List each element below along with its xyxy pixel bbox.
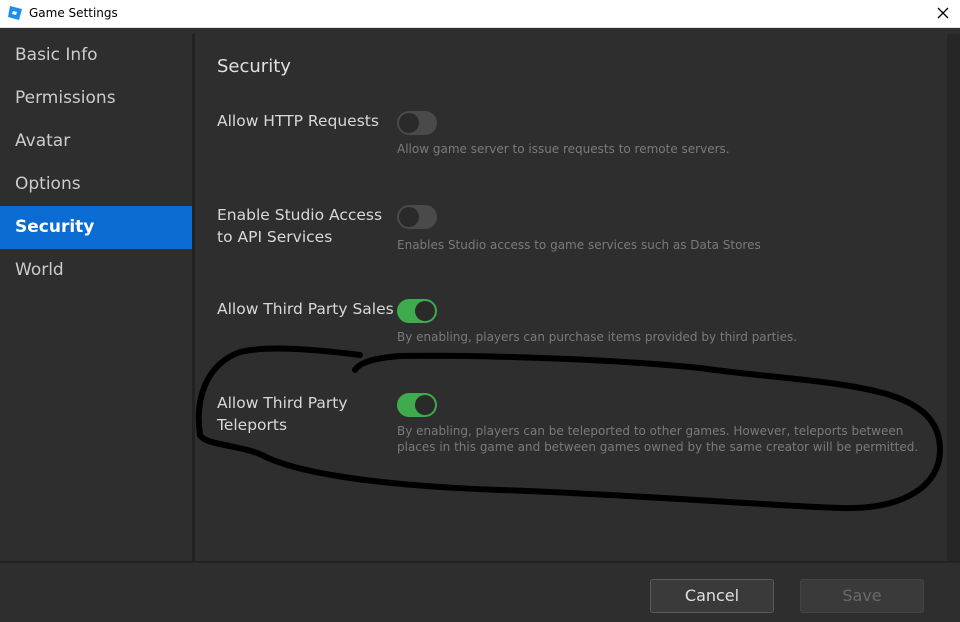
section-title: Security (217, 56, 291, 77)
sidebar-item-basic-info[interactable]: Basic Info (0, 34, 192, 77)
toggle-knob (415, 395, 435, 415)
studio-api-access-toggle[interactable] (397, 205, 437, 229)
setting-description: By enabling, players can purchase items … (397, 330, 798, 344)
toggle-knob (399, 113, 419, 133)
sidebar-item-label: Avatar (15, 131, 71, 151)
close-button[interactable] (926, 0, 960, 26)
setting-label: Allow HTTP Requests (217, 112, 379, 130)
dialog-footer: Cancel Save (0, 561, 960, 622)
sidebar-item-permissions[interactable]: Permissions (0, 77, 192, 120)
third-party-sales-toggle[interactable] (397, 299, 437, 323)
settings-content: Security Allow HTTP Requests Allow game … (195, 34, 947, 561)
toggle-knob (399, 207, 419, 227)
scrollbar-track[interactable] (947, 34, 960, 561)
setting-label: Enable Studio Access to API Services (217, 206, 383, 246)
settings-sidebar: Basic Info Permissions Avatar Options Se… (0, 34, 192, 561)
save-button[interactable]: Save (800, 579, 924, 613)
roblox-studio-logo-icon (8, 6, 22, 20)
setting-description: Enables Studio access to game services s… (397, 238, 761, 252)
setting-description: By enabling, players can be teleported t… (397, 424, 919, 454)
cancel-button[interactable]: Cancel (650, 579, 774, 613)
toggle-knob (415, 301, 435, 321)
http-requests-toggle[interactable] (397, 111, 437, 135)
setting-label: Allow Third Party Teleports (217, 394, 348, 434)
sidebar-item-avatar[interactable]: Avatar (0, 120, 192, 163)
sidebar-item-label: Basic Info (15, 45, 98, 65)
third-party-teleports-toggle[interactable] (397, 393, 437, 417)
sidebar-item-label: Options (15, 174, 81, 194)
sidebar-item-label: World (15, 260, 64, 280)
sidebar-item-label: Permissions (15, 88, 116, 108)
sidebar-item-security[interactable]: Security (0, 206, 192, 249)
close-icon (937, 7, 949, 19)
sidebar-item-world[interactable]: World (0, 249, 192, 292)
window-title: Game Settings (29, 6, 118, 20)
title-bar: Game Settings (0, 0, 960, 28)
setting-description: Allow game server to issue requests to r… (397, 142, 730, 156)
sidebar-item-options[interactable]: Options (0, 163, 192, 206)
setting-label: Allow Third Party Sales (217, 300, 394, 318)
sidebar-item-label: Security (15, 217, 95, 237)
